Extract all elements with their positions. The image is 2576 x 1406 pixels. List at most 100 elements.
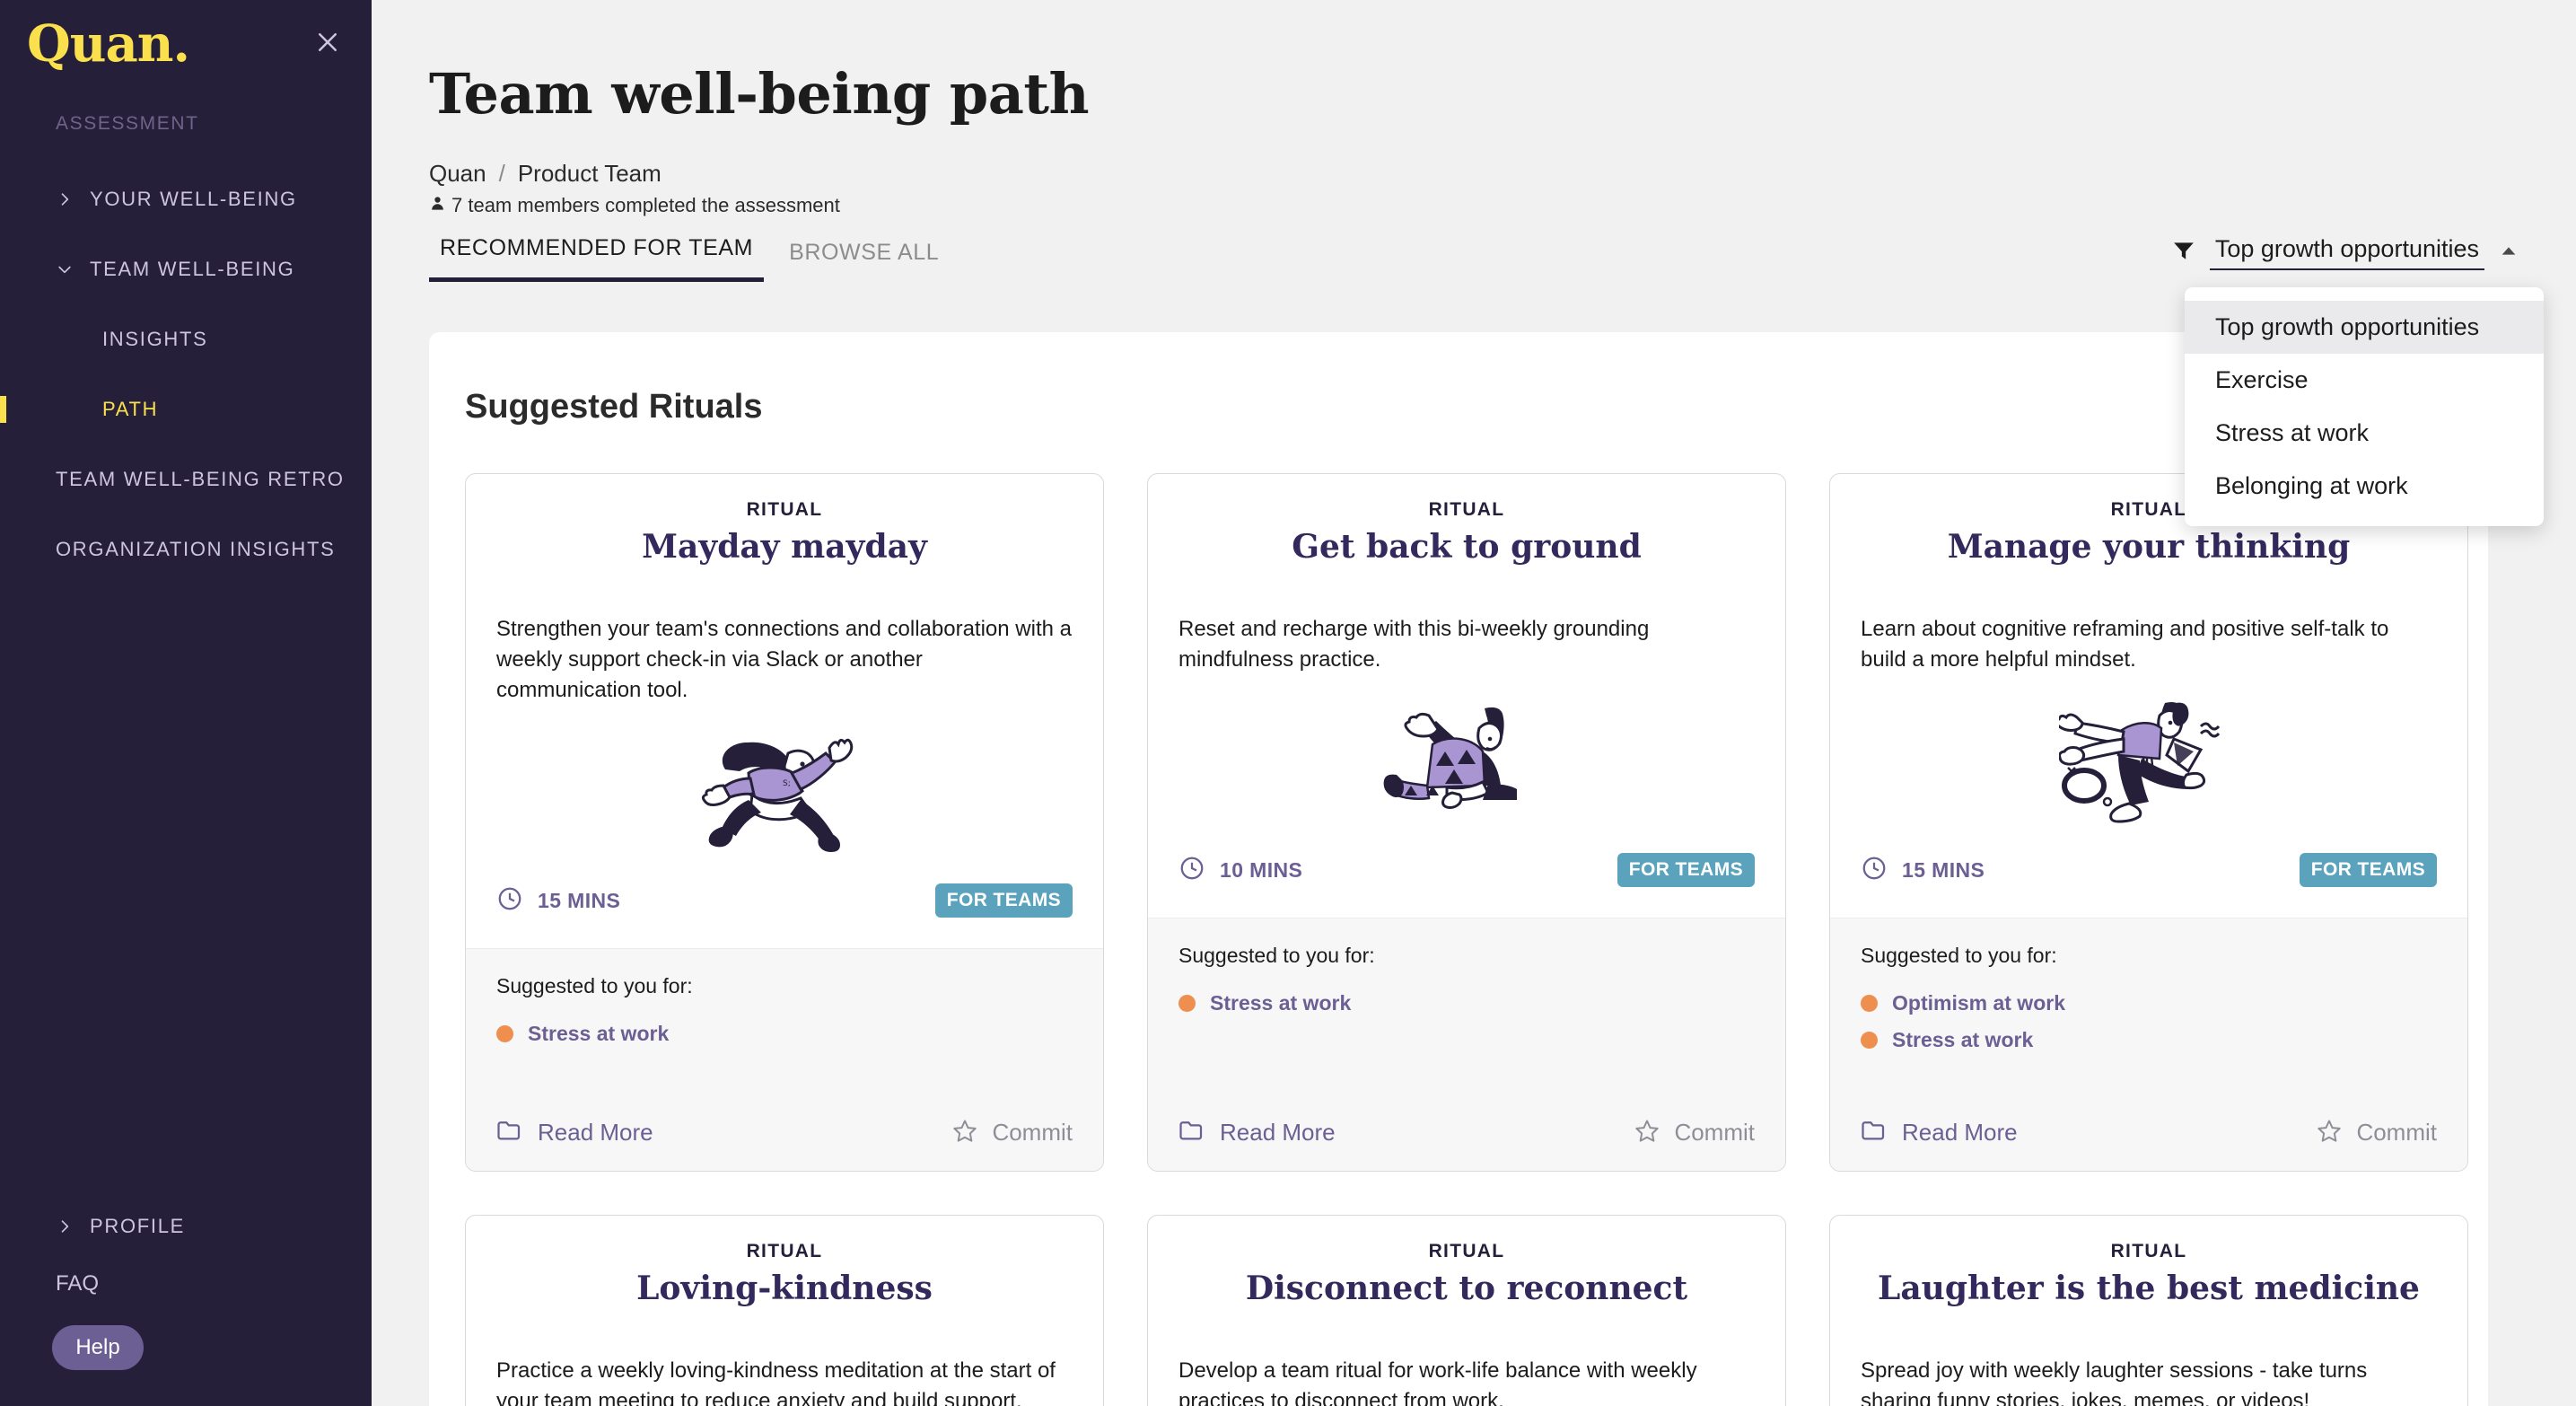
commit-button[interactable]: Commit <box>1634 1118 1755 1147</box>
list-item: Stress at work <box>496 1022 1073 1046</box>
filter-option-belonging-at-work[interactable]: Belonging at work <box>2185 460 2544 513</box>
tag-label: Stress at work <box>1210 991 1352 1015</box>
card-kicker: RITUAL <box>746 1241 823 1261</box>
clock-icon <box>496 885 523 917</box>
clock-icon <box>1861 855 1888 886</box>
rituals-grid: RITUAL Mayday mayday Strengthen your tea… <box>429 426 2488 1406</box>
sidebar-item-insights[interactable]: INSIGHTS <box>0 318 372 361</box>
sidebar-nav: YOUR WELL-BEING TEAM WELL-BEING INSIGHTS… <box>0 178 372 598</box>
commit-label: Commit <box>2356 1119 2437 1146</box>
seated-stretch-illustration <box>1148 679 1785 840</box>
chevron-up-icon <box>2499 241 2519 265</box>
star-icon <box>952 1118 977 1147</box>
card-actions: Read More Commit <box>496 1118 1073 1171</box>
duration-text: 15 MINS <box>538 888 621 912</box>
ritual-card[interactable]: RITUAL Disconnect to reconnect Develop a… <box>1147 1215 1786 1406</box>
tab-recommended-for-team[interactable]: RECOMMENDED FOR TEAM <box>429 235 765 282</box>
svg-text:S;: S; <box>783 779 791 788</box>
tag-dot-icon <box>1861 995 1878 1013</box>
card-description: Spread joy with weekly laughter sessions… <box>1861 1358 2368 1406</box>
commit-label: Commit <box>1674 1119 1755 1146</box>
read-more-button[interactable]: Read More <box>1861 1119 2018 1147</box>
folder-icon <box>1861 1119 1888 1147</box>
sidebar-item-team-well-being-retro[interactable]: TEAM WELL-BEING RETRO <box>0 458 372 501</box>
chevron-right-icon <box>56 190 90 208</box>
ritual-card[interactable]: RITUAL Mayday mayday Strengthen your tea… <box>465 473 1104 1172</box>
filter-selected-value: Top growth opportunities <box>2209 235 2484 270</box>
main-content: Team well-being path Quan / Product Team… <box>372 0 2576 1406</box>
breadcrumb-separator: / <box>498 160 505 187</box>
sidebar-item-organization-insights[interactable]: ORGANIZATION INSIGHTS <box>0 528 372 571</box>
card-body: RITUAL Disconnect to reconnect Develop a… <box>1148 1216 1785 1406</box>
commit-label: Commit <box>992 1119 1073 1146</box>
card-duration: 15 MINS <box>496 885 620 917</box>
card-actions: Read More Commit <box>1861 1118 2437 1171</box>
tag-label: Stress at work <box>528 1022 670 1046</box>
commit-button[interactable]: Commit <box>2317 1118 2437 1147</box>
filter-dropdown-trigger[interactable]: Top growth opportunities <box>2172 235 2519 270</box>
ritual-card[interactable]: RITUAL Laughter is the best medicine Spr… <box>1829 1215 2468 1406</box>
folder-icon <box>1178 1119 1205 1147</box>
funnel-filter-icon <box>2172 239 2195 267</box>
filter-option-stress-at-work[interactable]: Stress at work <box>2185 407 2544 460</box>
suggested-label: Suggested to you for: <box>496 974 693 998</box>
card-kicker: RITUAL <box>1428 499 1505 520</box>
card-body: RITUAL Get back to ground Reset and rech… <box>1148 474 1785 675</box>
help-button[interactable]: Help <box>52 1325 144 1370</box>
sidebar-item-label: YOUR WELL-BEING <box>90 188 297 210</box>
close-icon[interactable] <box>311 25 345 59</box>
ritual-card[interactable]: RITUAL Manage your thinking Learn about … <box>1829 473 2468 1172</box>
card-title: Manage your thinking <box>1947 528 2351 566</box>
card-footer: Suggested to you for: Optimism at work S… <box>1830 918 2467 1171</box>
ritual-card[interactable]: RITUAL Loving-kindness Practice a weekly… <box>465 1215 1104 1406</box>
sidebar-item-label: PATH <box>102 398 159 420</box>
tag-dot-icon <box>1178 995 1196 1013</box>
read-more-button[interactable]: Read More <box>496 1119 653 1147</box>
list-item: Stress at work <box>1178 991 1755 1015</box>
members-text: 7 team members completed the assessment <box>451 194 840 216</box>
ritual-card[interactable]: RITUAL Get back to ground Reset and rech… <box>1147 473 1786 1172</box>
status-badge: FOR TEAMS <box>2299 853 2437 888</box>
sidebar-item-label: TEAM WELL-BEING <box>90 258 295 280</box>
card-duration: 10 MINS <box>1178 855 1302 886</box>
commit-button[interactable]: Commit <box>952 1118 1073 1147</box>
duration-text: 15 MINS <box>1902 857 1985 882</box>
filter-option-top-growth-opportunities[interactable]: Top growth opportunities <box>2185 301 2544 354</box>
filter-dropdown-menu: Top growth opportunities Exercise Stress… <box>2185 287 2544 526</box>
sidebar-item-label: PROFILE <box>90 1215 186 1237</box>
sidebar-item-path[interactable]: PATH <box>0 388 372 431</box>
card-kicker: RITUAL <box>1428 1241 1505 1261</box>
sidebar: Quan. ASSESSMENT YOUR WELL-BEING TEAM WE… <box>0 0 372 1406</box>
filter-option-exercise[interactable]: Exercise <box>2185 354 2544 407</box>
card-title: Disconnect to reconnect <box>1245 1270 1688 1307</box>
sidebar-item-profile[interactable]: PROFILE <box>0 1205 372 1248</box>
app-root: Quan. ASSESSMENT YOUR WELL-BEING TEAM WE… <box>0 0 2576 1406</box>
sidebar-item-faq[interactable]: FAQ <box>0 1271 372 1296</box>
sidebar-item-label: INSIGHTS <box>102 328 208 350</box>
card-title: Loving-kindness <box>636 1270 933 1307</box>
status-badge: FOR TEAMS <box>934 883 1073 918</box>
read-more-label: Read More <box>1220 1119 1336 1146</box>
breadcrumb-root[interactable]: Quan <box>429 160 486 188</box>
card-title: Get back to ground <box>1292 528 1642 566</box>
read-more-label: Read More <box>538 1119 653 1146</box>
card-title: Laughter is the best medicine <box>1878 1270 2420 1307</box>
read-more-label: Read More <box>1902 1119 2018 1146</box>
read-more-button[interactable]: Read More <box>1178 1119 1336 1147</box>
card-kicker: RITUAL <box>746 499 823 520</box>
star-icon <box>2317 1118 2342 1147</box>
card-description: Practice a weekly loving-kindness medita… <box>496 1358 1056 1406</box>
chevron-right-icon <box>56 1217 90 1235</box>
tab-browse-all[interactable]: BROWSE ALL <box>778 240 950 282</box>
breadcrumb-current[interactable]: Product Team <box>518 160 662 188</box>
sidebar-item-your-well-being[interactable]: YOUR WELL-BEING <box>0 178 372 221</box>
card-description: Reset and recharge with this bi-weekly g… <box>1178 617 1650 672</box>
sidebar-footer: PROFILE FAQ Help <box>0 1205 372 1406</box>
brand-logo[interactable]: Quan. <box>27 14 190 74</box>
breadcrumb: Quan / Product Team <box>429 160 662 188</box>
sidebar-item-label: TEAM WELL-BEING RETRO <box>56 468 345 490</box>
card-duration: 15 MINS <box>1861 855 1985 886</box>
sidebar-item-team-well-being[interactable]: TEAM WELL-BEING <box>0 248 372 291</box>
person-icon <box>429 194 446 217</box>
folder-icon <box>496 1119 523 1147</box>
